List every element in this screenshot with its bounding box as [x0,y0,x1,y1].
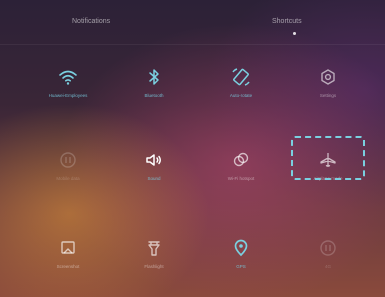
shortcut-sound[interactable]: Sound [116,148,192,208]
shortcut-label: Huawei-Employees [48,93,88,98]
shortcut-flashlight[interactable]: Flashlight [116,236,192,296]
hotspot-icon [229,148,253,172]
bluetooth-icon [142,65,166,89]
shortcut-bluetooth[interactable]: Bluetooth [116,65,192,125]
shortcut-mobile-data[interactable]: Mobile data [30,148,106,208]
shortcut-wifi[interactable]: Huawei-Employees [30,65,106,125]
shortcut-label: Screenshot [56,264,80,269]
active-tab-indicator [293,32,296,35]
airplane-mode-highlight [291,136,365,180]
shortcut-auto-rotate[interactable]: Auto-rotate [203,65,279,125]
shortcut-label: GPS [236,264,246,269]
tab-notifications[interactable]: Notifications [72,18,110,25]
flashlight-icon [142,236,166,260]
screenshot-icon [56,236,80,260]
4g-icon [316,236,340,260]
shortcut-label: Settings [319,93,337,98]
shortcut-label: Sound [147,176,161,181]
sound-icon [142,148,166,172]
shortcut-label: Wi-Fi hotspot [227,176,255,181]
auto-rotate-icon [229,65,253,89]
shortcut-label: Bluetooth [144,93,164,98]
location-icon [229,236,253,260]
shortcut-gps[interactable]: GPS [203,236,279,296]
shortcut-settings[interactable]: Settings [290,65,366,125]
shortcut-hotspot[interactable]: Wi-Fi hotspot [203,148,279,208]
wifi-icon [56,65,80,89]
shortcut-label: 4G [324,264,331,269]
shortcut-label: Mobile data [56,176,80,181]
shortcut-label: Flashlight [144,264,164,269]
panel-tabs: Notifications Shortcuts [0,0,385,44]
divider [0,44,385,45]
shortcut-screenshot[interactable]: Screenshot [30,236,106,296]
mobile-data-icon [56,148,80,172]
settings-icon [316,65,340,89]
tab-shortcuts[interactable]: Shortcuts [272,18,302,25]
shortcut-4g[interactable]: 4G [290,236,366,296]
shortcut-label: Auto-rotate [229,93,253,98]
